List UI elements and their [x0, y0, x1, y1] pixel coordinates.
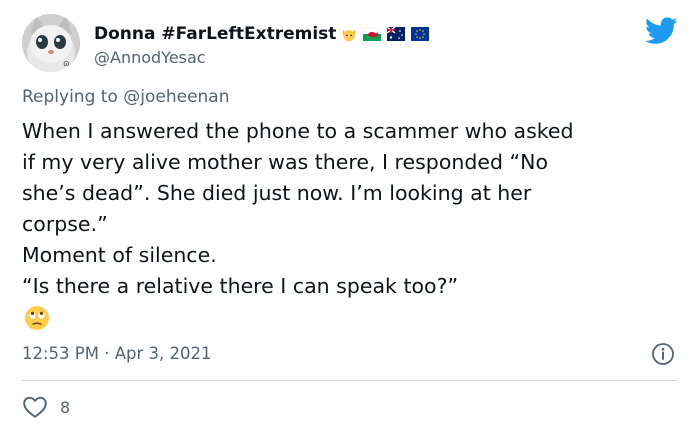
face-with-rolling-eyes-icon: [25, 306, 49, 330]
tweet-text-line: corpse.”: [22, 212, 108, 236]
reply-mention-link[interactable]: @joeheenan: [123, 87, 229, 107]
cat-face-icon: [343, 29, 356, 41]
heart-icon: [23, 396, 47, 418]
divider: [22, 380, 678, 381]
info-icon[interactable]: [651, 342, 675, 366]
tweet-text-line: Moment of silence.: [22, 243, 217, 267]
avatar[interactable]: ɷ: [22, 14, 80, 72]
tweet-text-line: she’s dead”. She died just now. I’m look…: [22, 181, 532, 205]
like-count: 8: [60, 397, 71, 417]
display-name[interactable]: Donna #FarLeftExtremist: [94, 24, 336, 44]
svg-text:ɷ: ɷ: [63, 59, 70, 69]
eu-flag-icon: [411, 27, 430, 41]
replying-to-label: Replying to: [22, 87, 118, 107]
display-name-row[interactable]: Donna #FarLeftExtremist: [94, 21, 430, 47]
australia-flag-icon: [386, 27, 406, 41]
tweet-card: ɷ Donna #FarLeftExtremist @AnnodYesac Re…: [0, 0, 700, 434]
tweet-text-line: When I answered the phone to a scammer w…: [22, 119, 574, 143]
user-handle[interactable]: @AnnodYesac: [94, 48, 206, 67]
tweet-text-line: if my very alive mother was there, I res…: [22, 150, 549, 174]
cat-avatar-image: ɷ: [22, 14, 80, 72]
tweet-text-line: “Is there a relative there I can speak t…: [22, 274, 459, 298]
twitter-bird-icon[interactable]: [645, 17, 678, 45]
tweet-timestamp[interactable]: 12:53 PM · Apr 3, 2021: [22, 344, 211, 363]
wales-flag-icon: [363, 27, 382, 41]
like-button[interactable]: 8: [22, 395, 70, 419]
tweet-text: When I answered the phone to a scammer w…: [22, 116, 687, 302]
replying-to: Replying to @joeheenan: [22, 87, 230, 107]
